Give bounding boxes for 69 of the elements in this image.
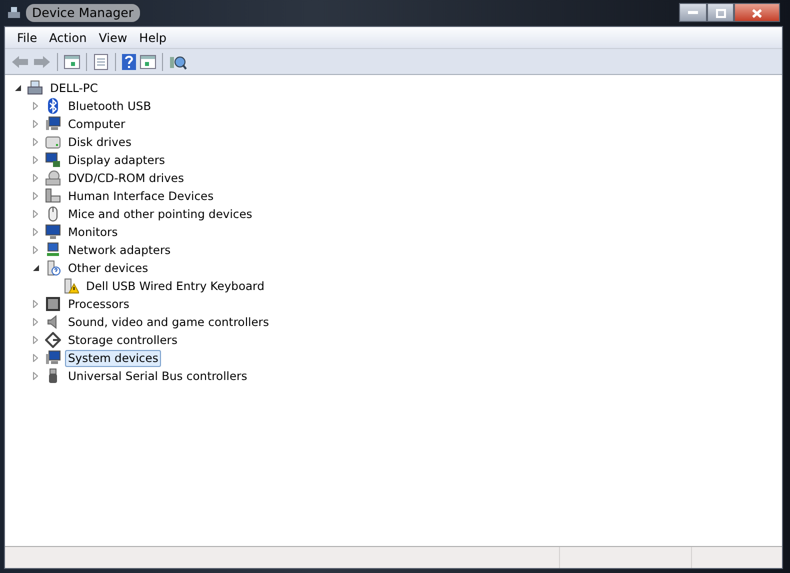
pane-icon [64,54,80,68]
action-pane-button[interactable] [138,54,158,70]
minimize-button[interactable] [679,2,707,22]
tree-item[interactable]: DELL-PC [47,80,101,96]
tree-item[interactable]: Storage controllers [65,332,181,348]
menu-item[interactable]: File [11,28,44,46]
tree-item[interactable]: Human Interface Devices [65,188,217,204]
window-title: Device Manager [26,4,140,22]
close-icon [752,8,762,18]
storage-icon [45,332,61,348]
expand-icon[interactable] [33,120,38,128]
network-icon [45,242,61,258]
maximize-icon [716,8,726,18]
expand-icon[interactable] [33,318,38,326]
expand-icon[interactable] [33,192,38,200]
tree-item[interactable]: System devices [65,350,162,366]
collapse-icon[interactable] [15,85,21,91]
tree-item[interactable]: Display adapters [65,152,168,168]
tree-item[interactable]: Monitors [65,224,121,240]
tree-item[interactable]: Network adapters [65,242,174,258]
tree-item[interactable]: Mice and other pointing devices [65,206,256,222]
expand-icon[interactable] [33,228,38,236]
scan-icon [169,54,187,70]
expand-icon[interactable] [33,156,38,164]
unknown-device-icon [45,260,61,276]
tree-item[interactable]: Dell USB Wired Entry Keyboard [83,278,268,294]
tree-item[interactable]: Disk drives [65,134,134,150]
close-button[interactable] [734,2,780,22]
computer-icon [27,80,43,96]
processor-icon [45,296,61,312]
maximize-button[interactable] [707,2,734,22]
menu-item[interactable]: Help [133,28,173,46]
back-icon [11,54,29,68]
help-button[interactable] [120,52,138,70]
expand-icon[interactable] [33,174,38,182]
minimize-icon [688,11,698,16]
tree-item[interactable]: Processors [65,296,132,312]
optical-drive-icon [45,170,61,186]
menu-item[interactable]: View [92,28,134,46]
expand-icon[interactable] [33,246,38,254]
expand-icon[interactable] [33,354,38,362]
tree-item[interactable]: Sound, video and game controllers [65,314,272,330]
help-icon [122,54,136,70]
tree-item[interactable]: Universal Serial Bus controllers [65,368,250,384]
collapse-icon[interactable] [33,265,39,271]
properties-button[interactable] [91,52,111,70]
console-tree-button[interactable] [62,54,82,70]
drive-icon [45,134,61,150]
menu-item[interactable]: Action [43,28,93,46]
properties-icon [93,54,109,70]
expand-icon[interactable] [33,138,38,146]
bluetooth-icon [45,98,61,114]
display-adapter-icon [45,152,61,168]
system-icon [45,350,61,366]
forward-icon [33,54,51,68]
expand-icon[interactable] [33,102,38,110]
pane-icon [140,54,156,68]
tree-item[interactable]: Bluetooth USB [65,98,154,114]
monitor-icon [45,224,61,240]
tree-item[interactable]: Other devices [65,260,152,276]
app-icon [6,6,22,20]
computer-icon [45,116,61,132]
expand-icon[interactable] [33,300,38,308]
tree-item[interactable]: Computer [65,116,128,132]
expand-icon[interactable] [33,336,38,344]
expand-icon[interactable] [33,372,38,380]
expand-icon[interactable] [33,210,38,218]
warning-device-icon [63,278,79,294]
tree-item[interactable]: DVD/CD-ROM drives [65,170,187,186]
